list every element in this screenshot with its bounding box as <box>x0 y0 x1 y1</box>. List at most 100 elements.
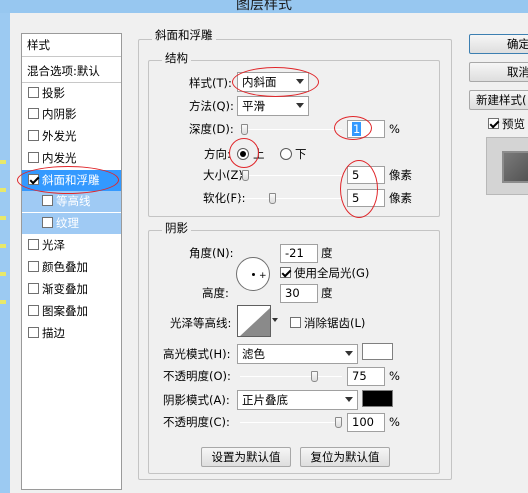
blend-options-item[interactable]: 混合选项:默认 <box>22 60 121 82</box>
style-item-label: 斜面和浮雕 <box>42 173 100 187</box>
technique-select[interactable]: 平滑 <box>237 96 309 116</box>
gloss-contour-label: 光泽等高线: <box>170 316 232 330</box>
style-item-inner-glow[interactable]: 内发光 <box>22 148 121 169</box>
size-slider-thumb[interactable] <box>242 170 249 181</box>
checkbox[interactable] <box>28 130 39 141</box>
angle-input[interactable]: -21 <box>280 244 318 263</box>
global-light-label: 使用全局光(G) <box>294 266 370 280</box>
size-input[interactable]: 5 <box>347 166 385 184</box>
style-item-gradient-overlay[interactable]: 渐变叠加 <box>22 279 121 300</box>
size-value: 5 <box>352 168 360 182</box>
chevron-down-icon[interactable] <box>272 318 278 322</box>
shadow-mode-select[interactable]: 正片叠底 <box>237 390 358 410</box>
style-item-label: 描边 <box>42 326 65 340</box>
depth-unit: % <box>389 122 400 136</box>
style-item-contour[interactable]: 等高线 <box>22 191 121 212</box>
depth-slider-thumb[interactable] <box>241 124 248 135</box>
checkbox[interactable] <box>28 152 39 163</box>
soften-input[interactable]: 5 <box>347 189 385 207</box>
style-item-label: 图案叠加 <box>42 304 88 318</box>
preview-swatch <box>502 151 528 183</box>
ok-button[interactable]: 确定 <box>469 34 528 54</box>
checkbox[interactable] <box>28 87 39 98</box>
highlight-opacity-slider[interactable] <box>240 371 342 382</box>
crosshair-icon: + <box>259 271 267 281</box>
soften-unit: 像素 <box>389 191 412 205</box>
style-item-bevel-emboss[interactable]: 斜面和浮雕 <box>22 170 121 191</box>
shadow-opacity-thumb[interactable] <box>335 417 342 428</box>
reset-default-button[interactable]: 复位为默认值 <box>300 447 390 467</box>
checkbox[interactable] <box>28 174 39 185</box>
preview-thumbnail <box>486 137 528 195</box>
checkbox[interactable] <box>42 217 53 228</box>
style-item-label: 光泽 <box>42 238 65 252</box>
anti-aliased-checkbox[interactable]: 消除锯齿(L) <box>290 315 365 331</box>
shadow-opacity-value: 100 <box>352 415 374 429</box>
style-item-pattern-overlay[interactable]: 图案叠加 <box>22 301 121 322</box>
checkbox[interactable] <box>28 327 39 338</box>
checkbox[interactable] <box>28 305 39 316</box>
shadow-opacity-slider[interactable] <box>240 417 342 428</box>
depth-label: 深度(D): <box>189 122 234 136</box>
shading-title: 阴影 <box>162 221 191 235</box>
altitude-unit: 度 <box>321 286 333 300</box>
checkbox[interactable] <box>280 267 291 278</box>
altitude-value: 30 <box>285 286 300 300</box>
divider <box>22 56 121 57</box>
style-item-outer-glow[interactable]: 外发光 <box>22 126 121 147</box>
global-light-checkbox[interactable]: 使用全局光(G) <box>280 265 369 281</box>
styles-list-panel: 样式 混合选项:默认 投影 内阴影 外发光 内发光 斜面和浮雕 等高线 纹理 光… <box>21 33 122 490</box>
gloss-contour-preview[interactable] <box>237 305 271 337</box>
style-item-texture[interactable]: 纹理 <box>22 213 121 234</box>
depth-value: 1 <box>352 122 362 136</box>
checkbox[interactable] <box>28 283 39 294</box>
new-style-button[interactable]: 新建样式( <box>469 90 528 110</box>
chevron-down-icon <box>345 351 353 356</box>
window-left-edge <box>0 13 10 493</box>
checkbox[interactable] <box>28 239 39 250</box>
styles-header[interactable]: 样式 <box>22 34 121 56</box>
title-bar[interactable]: 图层样式 <box>0 0 528 13</box>
direction-up-radio[interactable] <box>237 148 249 160</box>
cancel-button[interactable]: 取消 <box>469 62 528 82</box>
preview-checkbox[interactable]: 预览 <box>488 116 525 132</box>
shadow-mode-value: 正片叠底 <box>242 393 288 407</box>
direction-down-radio[interactable] <box>280 148 292 160</box>
style-item-color-overlay[interactable]: 颜色叠加 <box>22 257 121 278</box>
checkbox[interactable] <box>290 317 301 328</box>
highlight-mode-label: 高光模式(H): <box>163 347 231 361</box>
highlight-opacity-input[interactable]: 75 <box>347 367 385 386</box>
altitude-input[interactable]: 30 <box>280 284 318 303</box>
depth-input[interactable]: 1 <box>347 120 385 138</box>
soften-slider[interactable] <box>240 193 342 204</box>
size-slider[interactable] <box>240 170 342 181</box>
style-item-stroke[interactable]: 描边 <box>22 323 121 344</box>
style-item-label: 内阴影 <box>42 107 77 121</box>
structure-title: 结构 <box>162 51 191 65</box>
style-item-satin[interactable]: 光泽 <box>22 235 121 256</box>
angle-dial[interactable]: + <box>236 257 270 291</box>
percent-unit: % <box>389 369 400 383</box>
shadow-opacity-input[interactable]: 100 <box>347 413 385 432</box>
chevron-down-icon <box>345 397 353 402</box>
soften-slider-thumb[interactable] <box>269 193 276 204</box>
highlight-opacity-label: 不透明度(O): <box>163 369 231 383</box>
bevel-style-select[interactable]: 内斜面 <box>237 72 309 92</box>
checkbox[interactable] <box>28 108 39 119</box>
soften-value: 5 <box>352 191 360 205</box>
checkbox[interactable] <box>488 118 499 129</box>
shadow-color-swatch[interactable] <box>362 390 393 407</box>
checkbox[interactable] <box>28 261 39 272</box>
style-item-drop-shadow[interactable]: 投影 <box>22 83 121 104</box>
checkbox[interactable] <box>42 195 53 206</box>
highlight-opacity-thumb[interactable] <box>311 371 318 382</box>
highlight-mode-select[interactable]: 滤色 <box>237 344 358 364</box>
style-item-inner-shadow[interactable]: 内阴影 <box>22 104 121 125</box>
make-default-button[interactable]: 设置为默认值 <box>201 447 291 467</box>
style-label: 样式(T): <box>189 76 232 90</box>
chevron-down-icon <box>296 79 304 84</box>
highlight-mode-value: 滤色 <box>242 347 265 361</box>
highlight-color-swatch[interactable] <box>362 343 393 360</box>
depth-slider[interactable] <box>240 124 342 135</box>
direction-up-label: 上 <box>253 147 265 161</box>
